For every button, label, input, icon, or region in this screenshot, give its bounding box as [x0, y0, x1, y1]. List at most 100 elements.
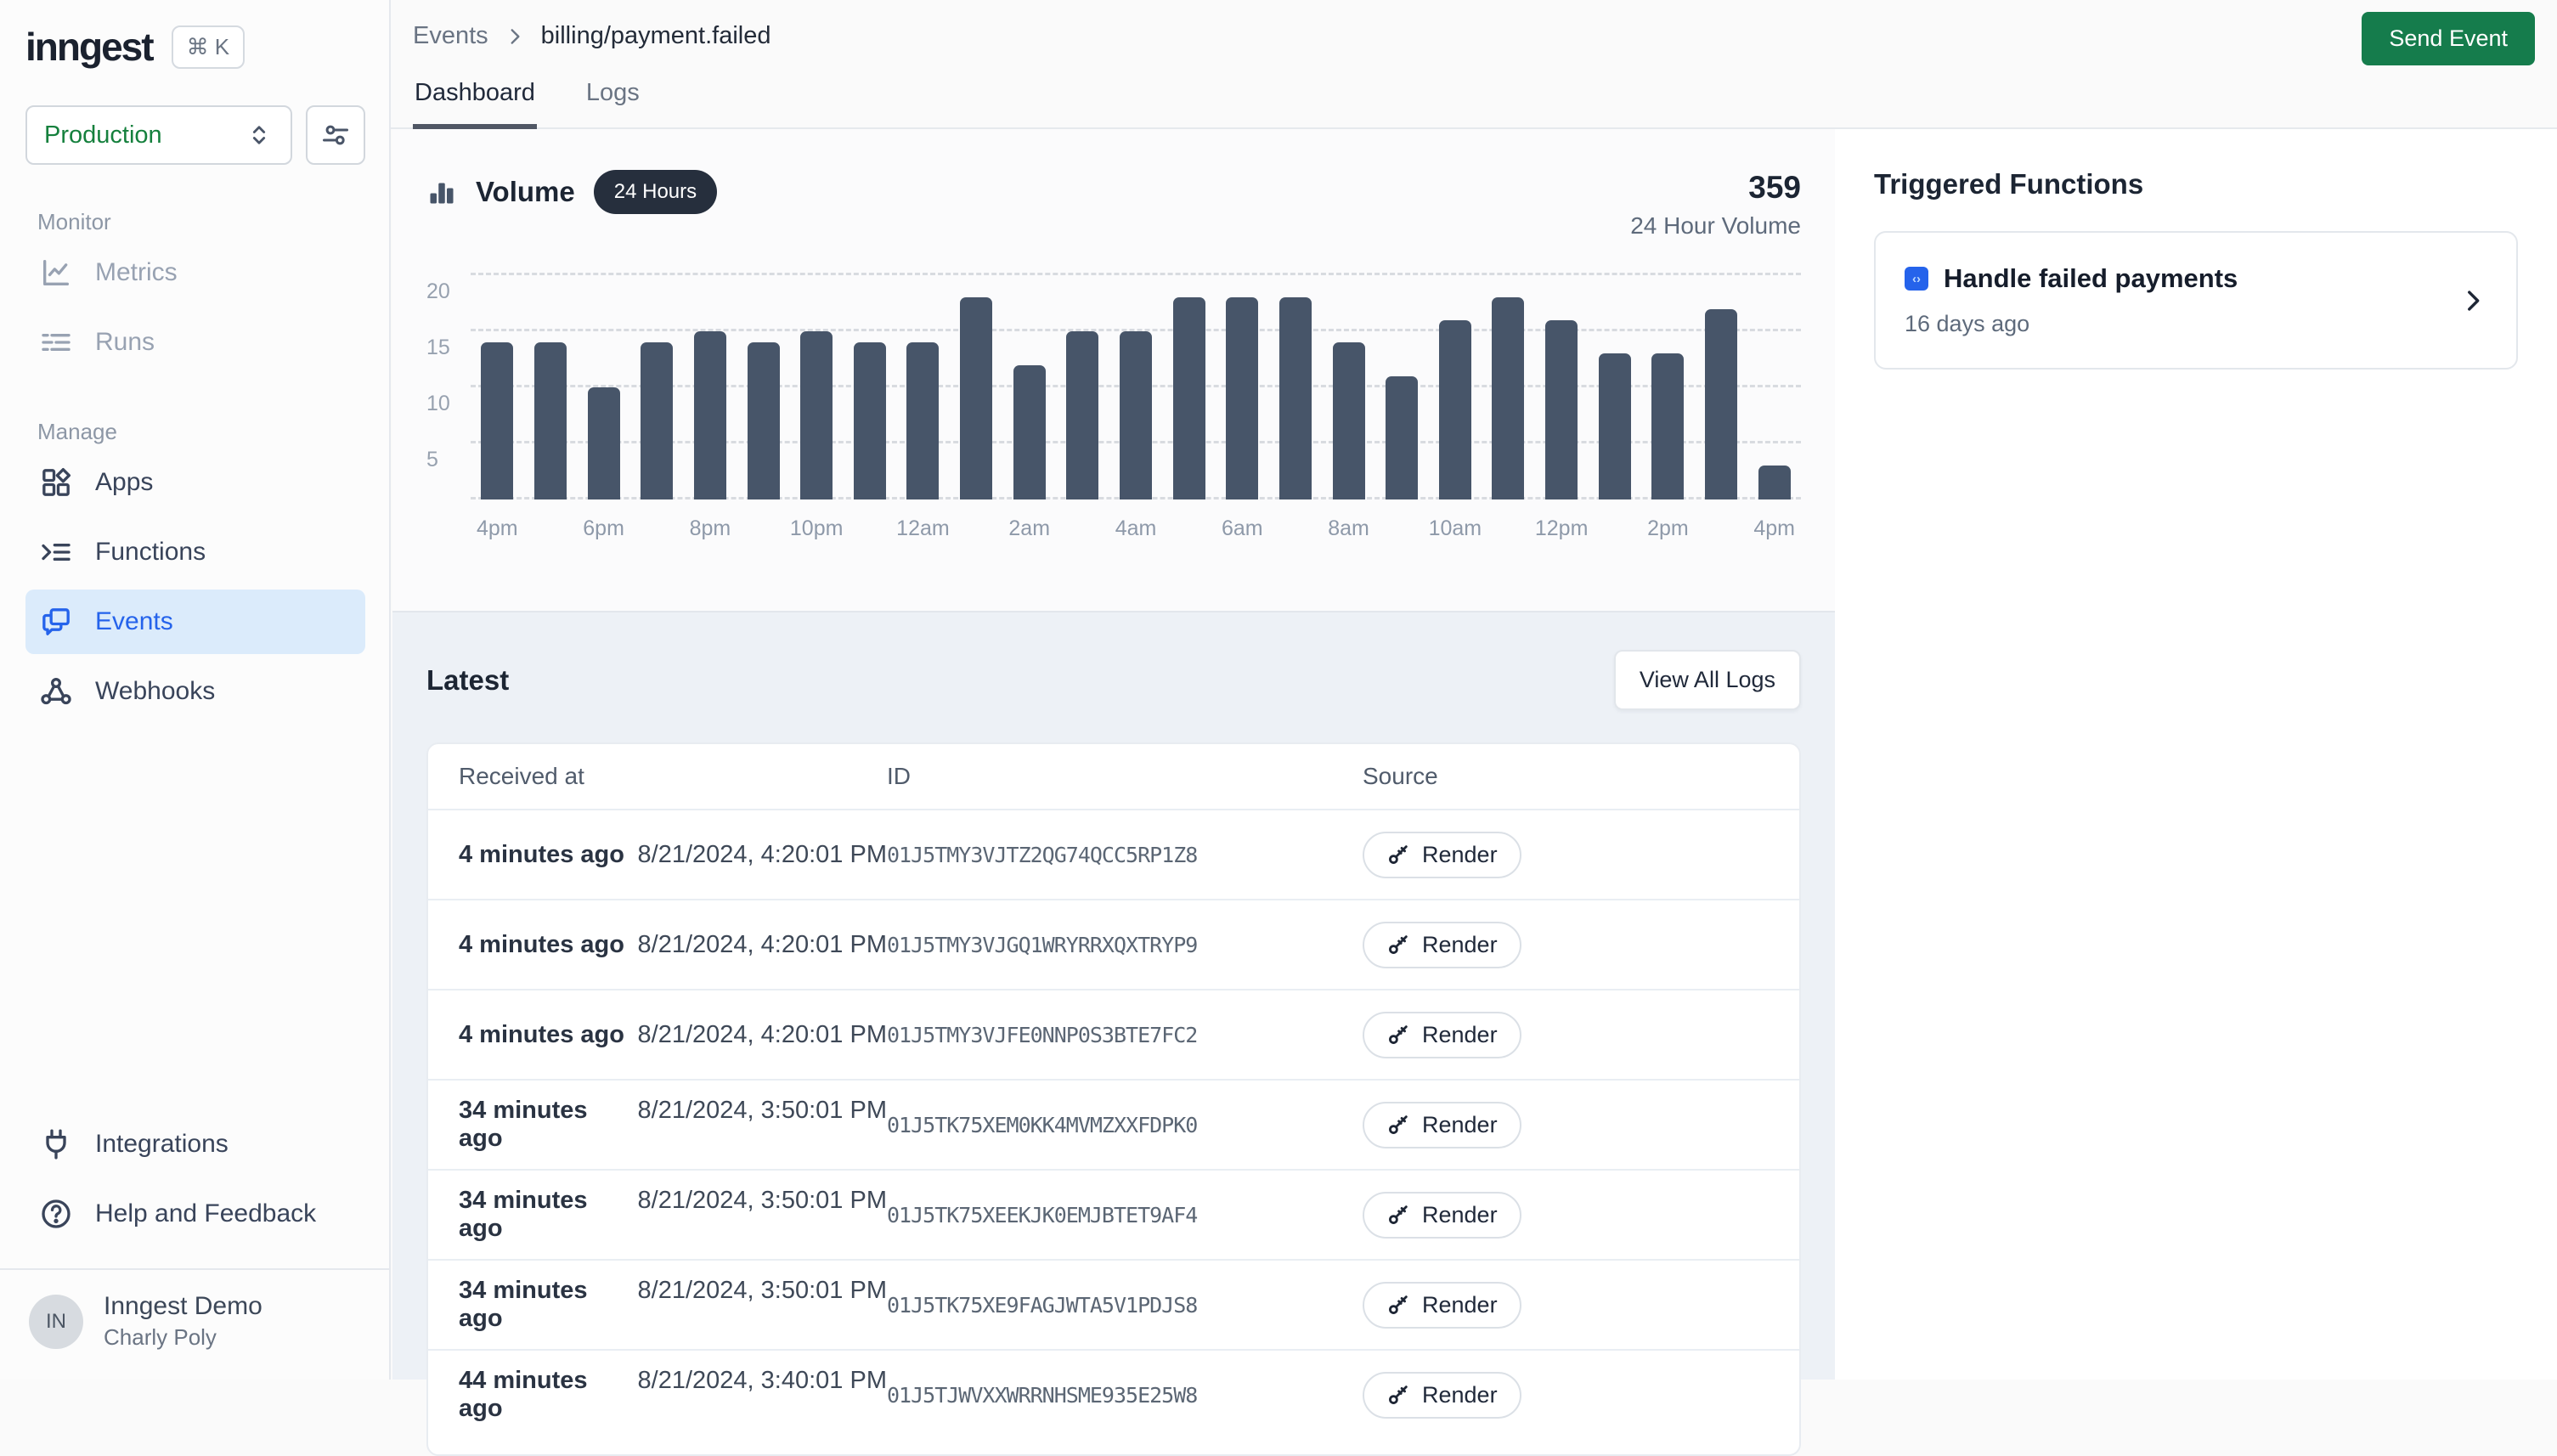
bar-cell-5pm: [524, 275, 578, 499]
sidebar-item-functions[interactable]: Functions: [25, 520, 365, 584]
bar-2pm[interactable]: [1651, 353, 1684, 499]
bar-4am[interactable]: [1120, 331, 1152, 499]
bar-cell-4am: [1109, 275, 1163, 499]
sidebar-item-metrics[interactable]: Metrics: [25, 240, 365, 305]
tab-logs[interactable]: Logs: [584, 79, 641, 129]
user-menu[interactable]: IN Inngest Demo Charly Poly: [25, 1270, 365, 1364]
cell-received-at: 34 minutes ago8/21/2024, 3:50:01 PM: [428, 1097, 887, 1153]
view-all-logs-button[interactable]: View All Logs: [1614, 650, 1801, 710]
bar-7am[interactable]: [1279, 297, 1312, 499]
x-axis-tick: 4am: [1109, 516, 1163, 541]
x-axis-tick: [630, 516, 684, 541]
key-icon: [1386, 1113, 1410, 1137]
breadcrumb-events-link[interactable]: Events: [413, 22, 488, 50]
bar-4pm[interactable]: [1758, 466, 1791, 499]
environment-value: Production: [44, 121, 162, 150]
environment-settings-button[interactable]: [306, 105, 365, 165]
sidebar-item-help-and-feedback[interactable]: Help and Feedback: [25, 1182, 365, 1246]
triggered-functions-panel: Triggered Functions ‹› Handle failed pay…: [1835, 129, 2557, 1380]
source-badge-render[interactable]: Render: [1363, 922, 1521, 968]
sliders-icon: [320, 120, 351, 150]
bar-12pm[interactable]: [1545, 320, 1578, 499]
time-range-badge[interactable]: 24 Hours: [594, 170, 717, 214]
bar-12am[interactable]: [906, 342, 939, 499]
bar-10am[interactable]: [1439, 320, 1471, 499]
function-code-icon: ‹›: [1905, 267, 1928, 291]
y-axis-tick: 5: [426, 448, 459, 472]
help-circle-icon: [39, 1197, 73, 1231]
bar-3pm[interactable]: [1705, 309, 1737, 499]
bar-6am[interactable]: [1226, 297, 1258, 499]
bar-4pm[interactable]: [481, 342, 513, 499]
sidebar-item-webhooks[interactable]: Webhooks: [25, 659, 365, 724]
bar-9am[interactable]: [1386, 376, 1418, 499]
source-badge-render[interactable]: Render: [1363, 1102, 1521, 1148]
main-content: Volume 24 Hours 359 24 Hour Volume 51015…: [392, 129, 1835, 1380]
x-axis-labels: 4pm6pm8pm10pm12am2am4am6am8am10am12pm2pm…: [426, 516, 1801, 541]
x-axis-tick: 2pm: [1641, 516, 1695, 541]
source-badge-render[interactable]: Render: [1363, 1192, 1521, 1239]
key-icon: [1386, 843, 1410, 866]
sidebar-item-events[interactable]: Events: [25, 590, 365, 654]
volume-total-label: 24 Hour Volume: [1630, 212, 1801, 240]
send-event-button[interactable]: Send Event: [2362, 12, 2535, 65]
source-badge-render[interactable]: Render: [1363, 1282, 1521, 1329]
table-row[interactable]: 4 minutes ago8/21/2024, 4:20:01 PM01J5TM…: [428, 899, 1799, 989]
bar-11pm[interactable]: [854, 342, 886, 499]
source-badge-render[interactable]: Render: [1363, 1012, 1521, 1058]
tab-dashboard[interactable]: Dashboard: [413, 79, 537, 129]
x-axis-tick: [950, 516, 1003, 541]
key-icon: [1386, 1293, 1410, 1317]
command-k-shortcut-badge[interactable]: ⌘ K: [172, 25, 246, 69]
bar-8pm[interactable]: [694, 331, 726, 499]
source-label: Render: [1422, 842, 1498, 868]
cell-event-id: 01J5TMY3VJGQ1WRYRRXQXTRYP9: [887, 933, 1363, 957]
chevron-right-icon: [504, 25, 526, 48]
plug-icon: [39, 1127, 73, 1161]
bar-10pm[interactable]: [800, 331, 833, 499]
cell-source: Render: [1363, 922, 1799, 968]
runs-list-icon: [39, 325, 73, 359]
relative-time: 34 minutes ago: [459, 1097, 638, 1153]
source-label: Render: [1422, 1202, 1498, 1228]
timestamp: 8/21/2024, 3:50:01 PM: [638, 1097, 887, 1125]
table-row[interactable]: 4 minutes ago8/21/2024, 4:20:01 PM01J5TM…: [428, 989, 1799, 1079]
bar-cell-8pm: [684, 275, 737, 499]
key-icon: [1386, 933, 1410, 957]
sidebar-item-runs[interactable]: Runs: [25, 310, 365, 375]
user-org: Inngest Demo: [104, 1292, 262, 1321]
table-row[interactable]: 34 minutes ago8/21/2024, 3:50:01 PM01J5T…: [428, 1259, 1799, 1349]
bar-6pm[interactable]: [588, 387, 620, 499]
x-axis-tick: [1056, 516, 1109, 541]
table-row[interactable]: 34 minutes ago8/21/2024, 3:50:01 PM01J5T…: [428, 1169, 1799, 1259]
x-axis-tick: 2am: [1002, 516, 1056, 541]
table-row[interactable]: 4 minutes ago8/21/2024, 4:20:01 PM01J5TM…: [428, 809, 1799, 899]
bar-8am[interactable]: [1333, 342, 1365, 499]
table-row[interactable]: 34 minutes ago8/21/2024, 3:50:01 PM01J5T…: [428, 1079, 1799, 1169]
relative-time: 4 minutes ago: [459, 1021, 638, 1049]
bar-7pm[interactable]: [641, 342, 673, 499]
sidebar-item-integrations[interactable]: Integrations: [25, 1112, 365, 1177]
environment-selector[interactable]: Production: [25, 105, 292, 165]
timestamp: 8/21/2024, 4:20:01 PM: [638, 931, 887, 959]
table-row[interactable]: 44 minutes ago8/21/2024, 3:40:01 PM01J5T…: [428, 1349, 1799, 1439]
source-badge-render[interactable]: Render: [1363, 832, 1521, 878]
bar-5pm[interactable]: [534, 342, 567, 499]
x-axis-tick: [524, 516, 578, 541]
x-axis-tick: 8am: [1322, 516, 1375, 541]
metrics-icon: [39, 256, 73, 290]
table-header-row: Received at ID Source: [428, 744, 1799, 809]
source-badge-render[interactable]: Render: [1363, 1372, 1521, 1419]
triggered-functions-title: Triggered Functions: [1835, 129, 2557, 200]
bar-3am[interactable]: [1066, 331, 1098, 499]
bar-11am[interactable]: [1492, 297, 1524, 499]
sidebar-item-apps[interactable]: Apps: [25, 450, 365, 515]
bar-1am[interactable]: [960, 297, 992, 499]
function-card[interactable]: ‹› Handle failed payments 16 days ago: [1874, 231, 2518, 370]
bar-9pm[interactable]: [748, 342, 780, 499]
bar-2am[interactable]: [1013, 365, 1046, 499]
bar-5am[interactable]: [1173, 297, 1205, 499]
volume-total-value: 359: [1630, 170, 1801, 206]
key-icon: [1386, 1383, 1410, 1407]
bar-1pm[interactable]: [1599, 353, 1631, 499]
